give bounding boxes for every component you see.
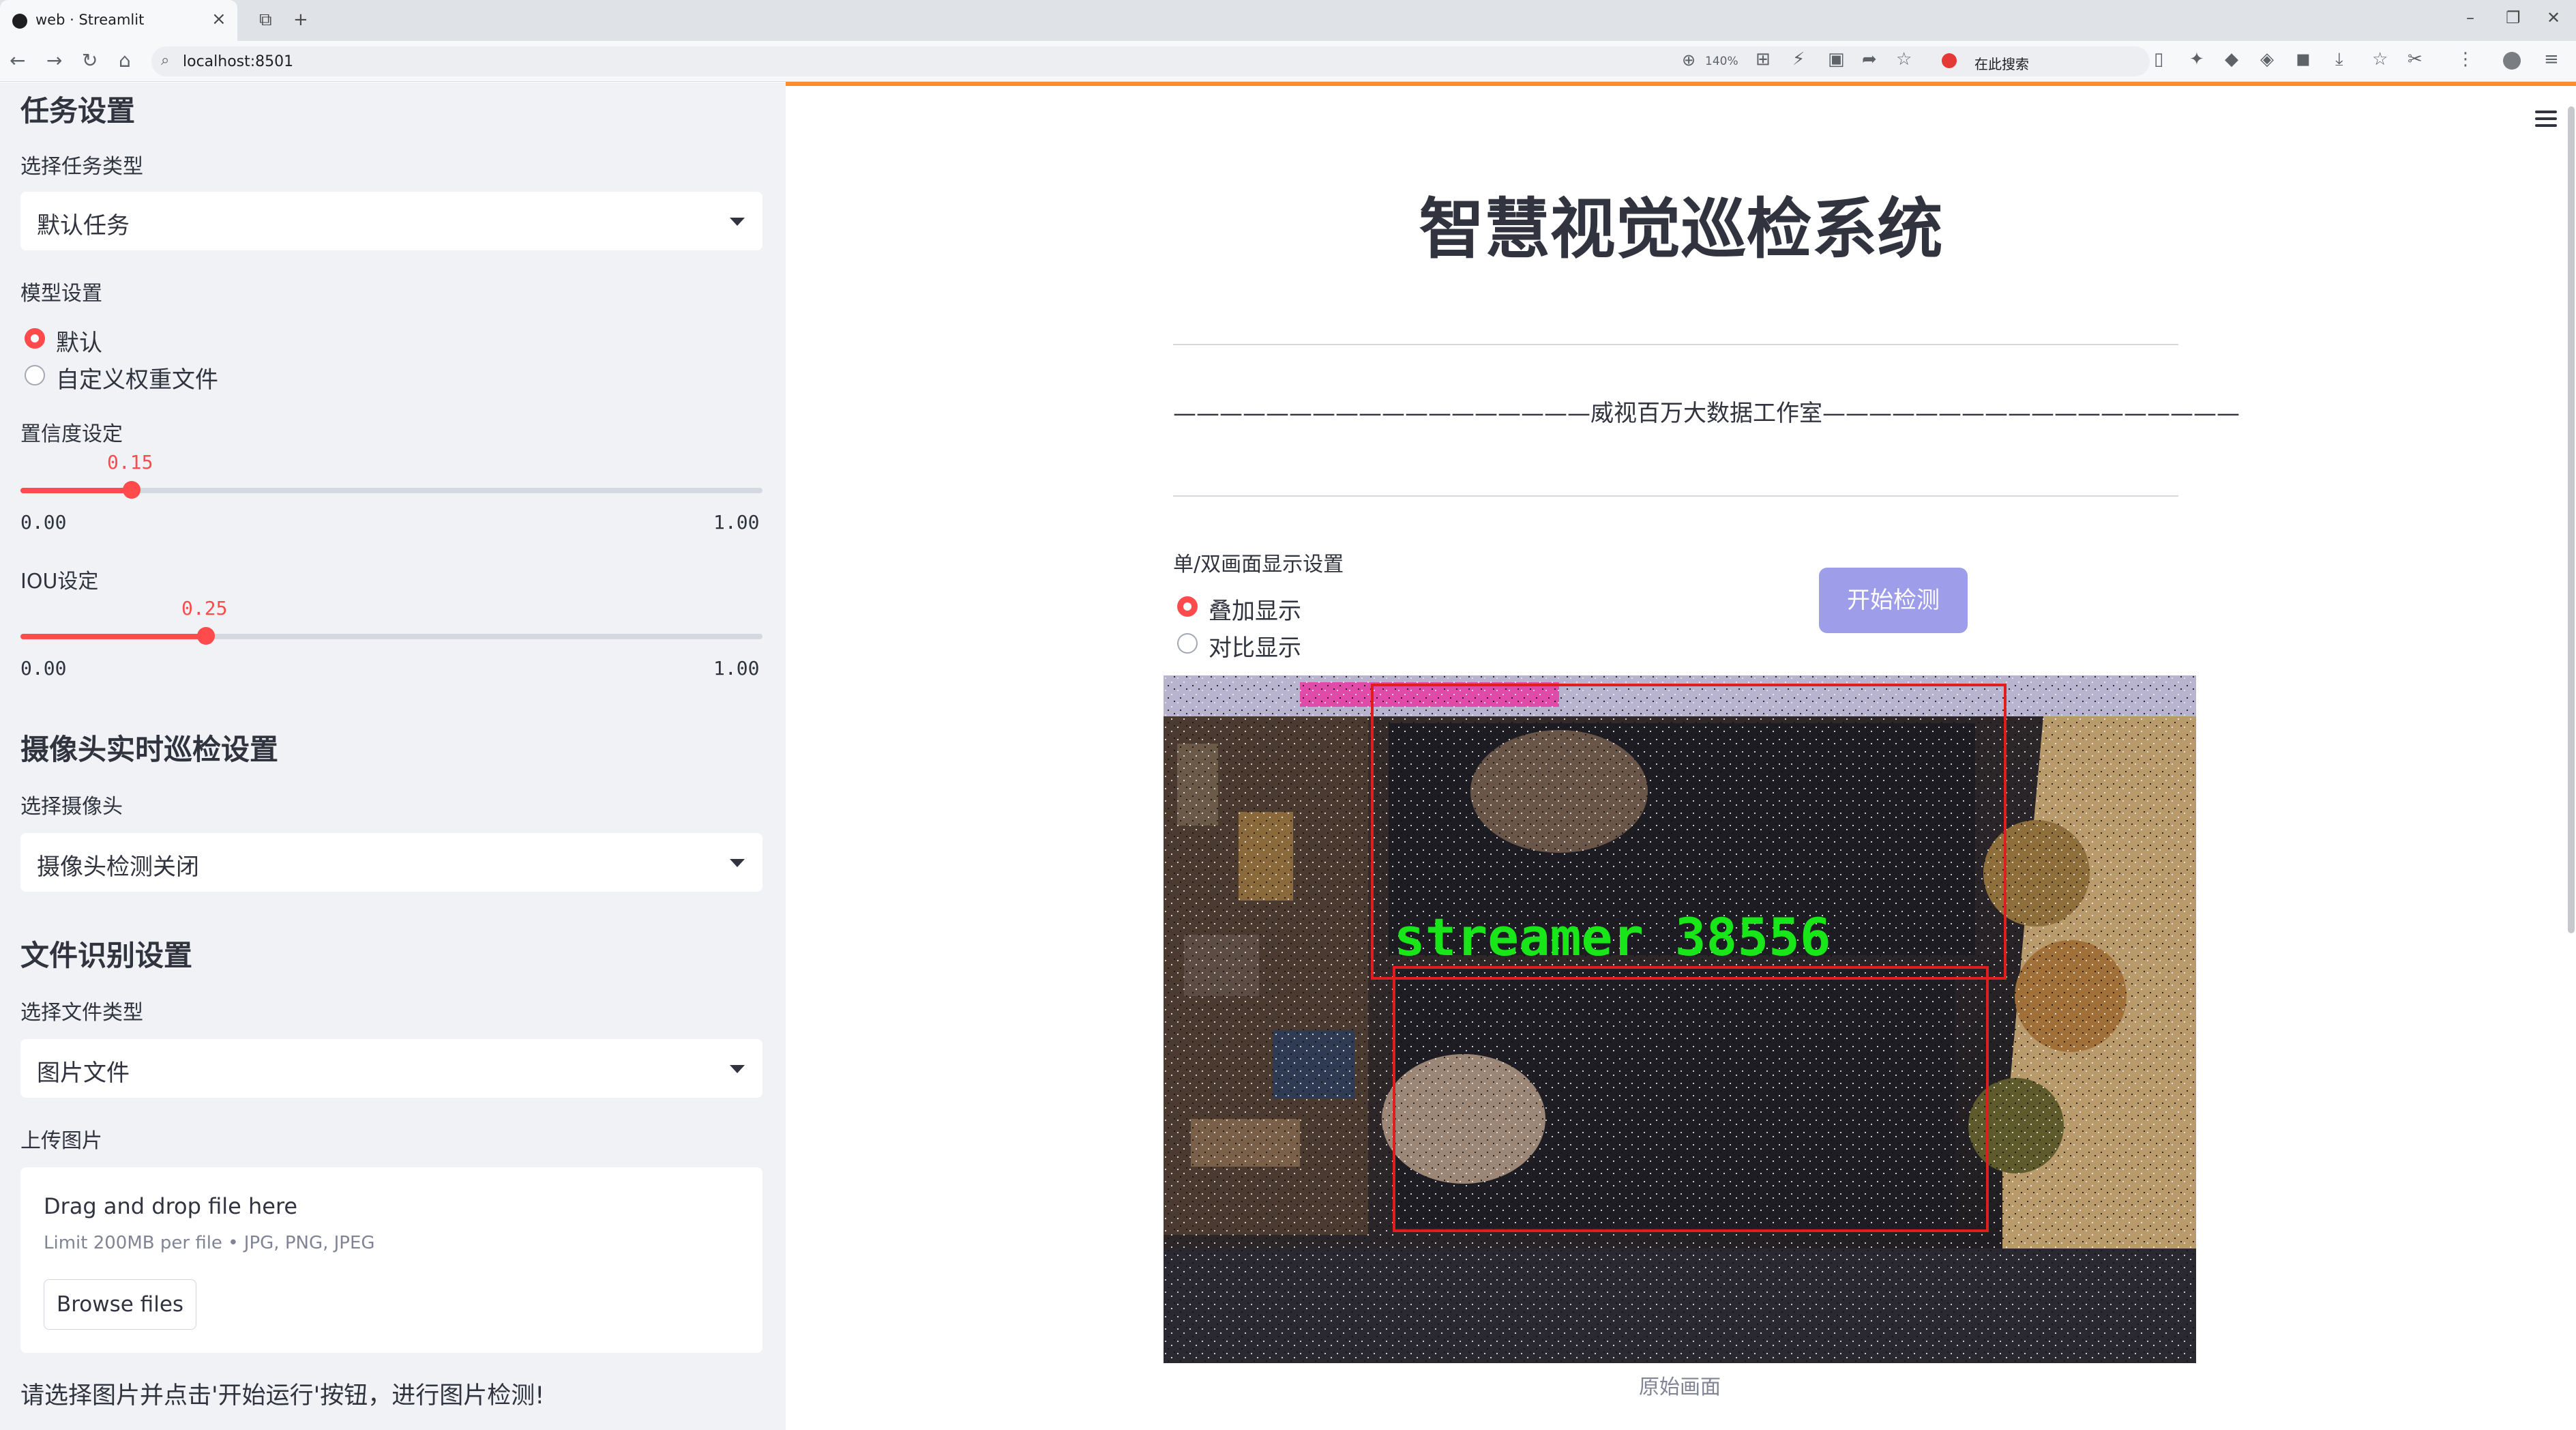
site-info-icon[interactable]: ⌕ <box>161 52 169 69</box>
radio-label: 对比显示 <box>1209 634 1301 662</box>
limit-text: Limit 200MB per file • JPG, PNG, JPEG <box>44 1233 375 1253</box>
close-window-icon[interactable]: ✕ <box>2547 8 2560 27</box>
file-type-label: 选择文件类型 <box>20 1001 143 1025</box>
translate-icon[interactable]: ⊞ <box>1756 49 1771 70</box>
camera-value: 摄像头检测关闭 <box>37 853 199 881</box>
studio-subtitle: ——————————————————威视百万大数据工作室————————————… <box>1173 400 2240 427</box>
radio-label: 叠加显示 <box>1209 598 1301 625</box>
browser-tab[interactable]: web · Streamlit × <box>0 0 237 41</box>
slider-fill <box>20 634 206 639</box>
browse-files-button[interactable]: Browse files <box>44 1279 196 1330</box>
file-dropzone[interactable]: Drag and drop file here Limit 200MB per … <box>20 1167 763 1353</box>
sidebar: 任务设置 选择任务类型 默认任务 模型设置 默认 自定义权重文件 置信度设定 0… <box>0 83 786 1430</box>
start-detection-button[interactable]: 开始检测 <box>1819 568 1968 633</box>
camera-label: 选择摄像头 <box>20 795 123 819</box>
phone-icon[interactable]: ▯ <box>2154 49 2163 70</box>
forward-icon[interactable]: → <box>46 49 62 72</box>
browser-tab-bar: web · Streamlit × ⧉ + – ❐ ✕ <box>0 0 2576 41</box>
iou-slider[interactable]: 0.25 <box>20 597 763 645</box>
slider-min: 0.00 <box>20 511 67 534</box>
streamlit-favicon-icon <box>12 14 27 29</box>
slider-max: 1.00 <box>713 657 760 680</box>
share-icon[interactable]: ➦ <box>1862 49 1877 70</box>
flash-icon[interactable]: ⚡ <box>1792 49 1805 70</box>
upload-label: 上传图片 <box>20 1129 102 1153</box>
back-icon[interactable]: ← <box>10 49 25 72</box>
bookmark-star-icon[interactable]: ☆ <box>1896 49 1912 70</box>
main-content: 智慧视觉巡检系统 ——————————————————威视百万大数据工作室———… <box>786 86 2576 1430</box>
url-text: localhost:8501 <box>183 53 294 70</box>
file-type-select[interactable]: 图片文件 <box>20 1039 763 1098</box>
scissors-icon[interactable]: ✂ <box>2408 49 2423 70</box>
radio-checked[interactable] <box>1177 596 1198 617</box>
camera-settings-heading: 摄像头实时巡检设置 <box>20 733 279 766</box>
zoom-icon[interactable]: ⊕ <box>1682 50 1696 70</box>
instruction-note: 请选择图片并点击'开始运行'按钮，进行图片检测! <box>20 1382 545 1410</box>
model-settings-label: 模型设置 <box>20 282 102 306</box>
slider-min: 0.00 <box>20 657 67 680</box>
new-tab-icon[interactable]: + <box>293 10 308 30</box>
tab-groups-icon[interactable]: ⧉ <box>259 10 272 31</box>
search-box[interactable]: 在此搜索 <box>1934 46 2138 76</box>
profile-avatar[interactable] <box>2503 52 2521 70</box>
reload-icon[interactable]: ↻ <box>82 49 98 72</box>
image-caption: 原始画面 <box>1639 1375 1721 1399</box>
screenshot-icon[interactable]: ▣ <box>1828 49 1845 70</box>
page-title: 智慧视觉巡检系统 <box>1419 191 1943 267</box>
more-menu-icon[interactable]: ⋮ <box>2457 49 2474 70</box>
task-settings-heading: 任务设置 <box>20 94 136 128</box>
tab-close-icon[interactable]: × <box>211 9 226 29</box>
radio-checked[interactable] <box>25 328 45 349</box>
task-type-select[interactable]: 默认任务 <box>20 192 763 250</box>
slider-fill <box>20 488 132 493</box>
zoom-level[interactable]: 140% <box>1705 55 1738 68</box>
home-icon[interactable]: ⌂ <box>119 49 131 72</box>
extension-icon[interactable]: ✦ <box>2189 49 2204 70</box>
slider-thumb[interactable] <box>123 481 140 499</box>
file-type-value: 图片文件 <box>37 1060 130 1087</box>
tab-title: web · Streamlit <box>35 12 145 28</box>
radio-label: 自定义权重文件 <box>56 366 218 394</box>
favorites-icon[interactable]: ☆ <box>2372 49 2388 70</box>
search-placeholder: 在此搜索 <box>1974 56 2029 72</box>
iou-label: IOU设定 <box>20 570 99 594</box>
radio-unchecked[interactable] <box>1177 633 1198 654</box>
browser-menu-icon[interactable]: ≡ <box>2544 49 2559 70</box>
minimize-icon[interactable]: – <box>2466 8 2474 27</box>
search-engine-icon <box>1942 53 1957 68</box>
drop-text: Drag and drop file here <box>44 1193 298 1219</box>
camera-select[interactable]: 摄像头检测关闭 <box>20 833 763 892</box>
divider <box>1173 495 2178 497</box>
hamburger-menu-icon[interactable] <box>2535 111 2557 131</box>
confidence-slider[interactable]: 0.15 <box>20 451 763 499</box>
extension-icon[interactable]: ◼ <box>2296 49 2311 70</box>
restore-icon[interactable]: ❐ <box>2506 8 2521 27</box>
chevron-down-icon <box>730 1065 745 1073</box>
slider-max: 1.00 <box>713 511 760 534</box>
extension-icon[interactable]: ◈ <box>2260 49 2274 70</box>
extension-icon[interactable]: ◆ <box>2225 49 2238 70</box>
download-icon[interactable]: ⤓ <box>2335 49 2343 70</box>
url-field[interactable]: ⌕ localhost:8501 <box>151 46 2150 76</box>
task-type-value: 默认任务 <box>37 212 130 239</box>
slider-value: 0.15 <box>107 451 153 473</box>
detection-label: streamer 38556 <box>1394 907 1831 967</box>
chevron-down-icon <box>730 859 745 867</box>
radio-label: 默认 <box>56 330 102 357</box>
file-settings-heading: 文件识别设置 <box>20 939 193 972</box>
task-type-label: 选择任务类型 <box>20 155 143 179</box>
chevron-down-icon <box>730 218 745 226</box>
detection-image: streamer 38556 <box>1164 675 2196 1363</box>
divider <box>1173 344 2178 345</box>
display-settings-label: 单/双画面显示设置 <box>1173 553 1344 577</box>
detection-photo: streamer 38556 <box>1164 675 2196 1363</box>
slider-value: 0.25 <box>181 597 228 619</box>
slider-thumb[interactable] <box>197 627 215 645</box>
confidence-label: 置信度设定 <box>20 422 123 446</box>
radio-unchecked[interactable] <box>25 365 45 385</box>
